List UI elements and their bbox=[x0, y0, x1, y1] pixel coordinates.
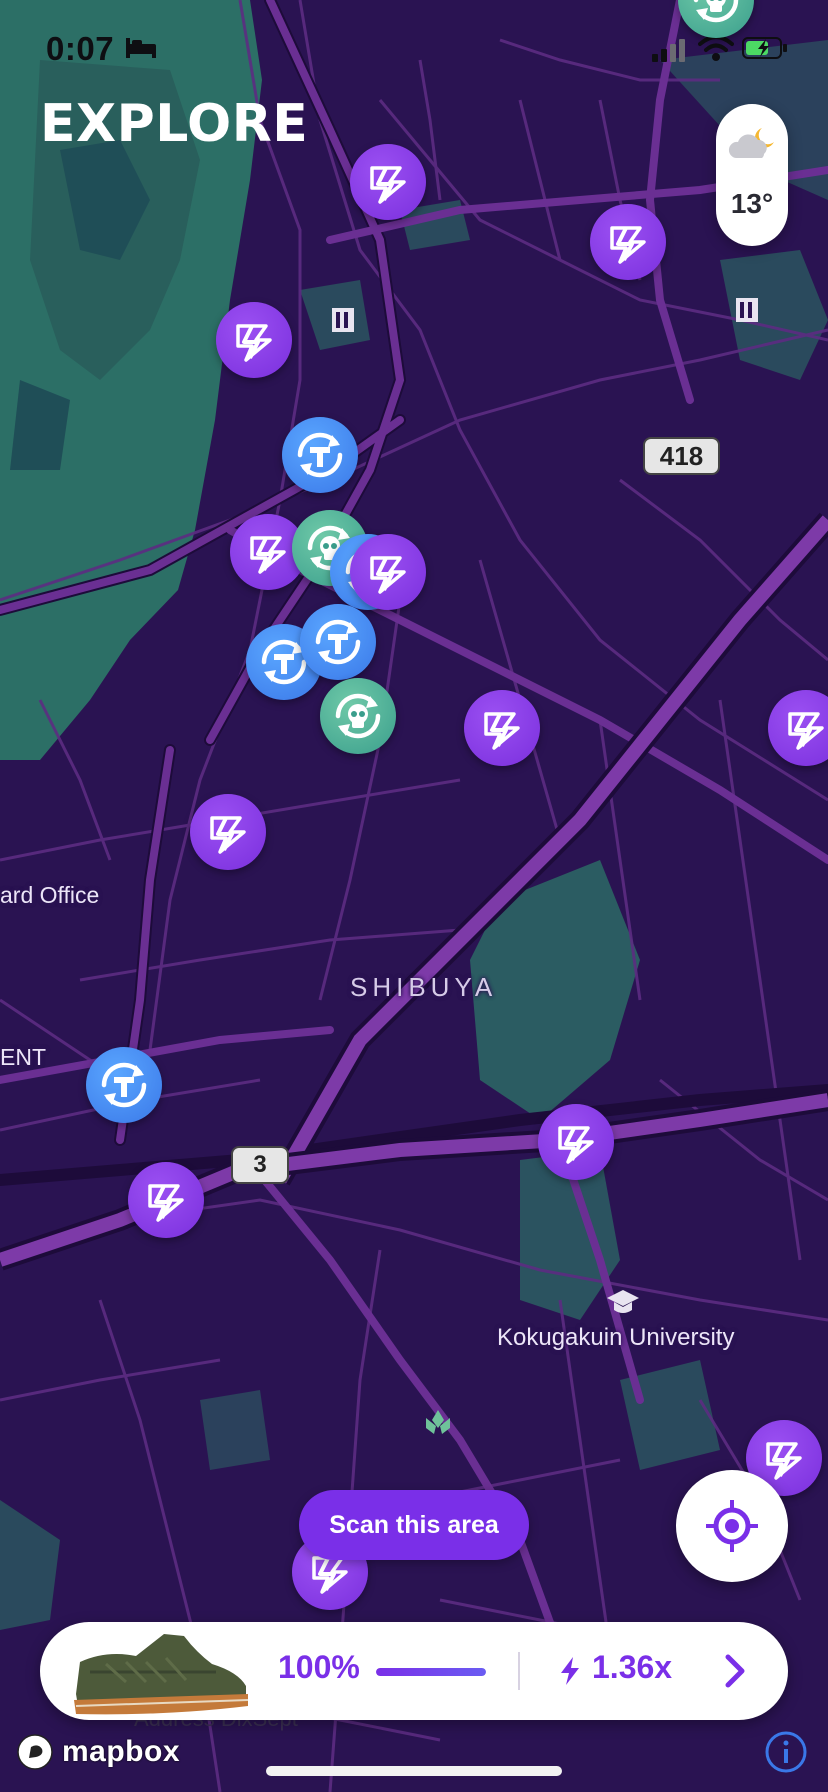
graduation-cap-icon bbox=[607, 1290, 639, 1313]
mapbox-logo[interactable]: mapbox bbox=[16, 1732, 180, 1772]
battery-percentage: 100% bbox=[278, 1649, 360, 1685]
status-time: 0:07 bbox=[46, 30, 115, 67]
energy-spot-marker[interactable] bbox=[538, 1104, 614, 1180]
energy-spot-marker[interactable] bbox=[350, 144, 426, 220]
district-label: SHIBUYA bbox=[350, 972, 498, 1002]
battery-level-fill bbox=[376, 1668, 486, 1676]
building-poi-icon bbox=[332, 308, 354, 332]
swap-spot-marker[interactable] bbox=[282, 417, 358, 493]
weather-temperature: 13° bbox=[730, 188, 774, 219]
sleep-mode-icon bbox=[126, 38, 156, 58]
battery-level-bar bbox=[376, 1668, 486, 1676]
route-3-shield: 3 bbox=[231, 1146, 289, 1184]
energy-spot-marker[interactable] bbox=[464, 690, 540, 766]
earning-multiplier: 1.36x bbox=[592, 1649, 673, 1685]
page-title: EXPLORE bbox=[40, 94, 309, 154]
partly-cloudy-night-icon bbox=[728, 128, 774, 158]
route-418-shield: 418 bbox=[643, 437, 720, 475]
wifi-icon bbox=[698, 35, 734, 61]
mapbox-wordmark: mapbox bbox=[62, 1735, 181, 1768]
weather-widget[interactable]: 13° bbox=[716, 104, 788, 246]
university-label: Kokugakuin University bbox=[497, 1324, 735, 1351]
swap-spot-marker[interactable] bbox=[300, 604, 376, 680]
cellular-signal-icon bbox=[652, 39, 685, 62]
energy-spot-marker[interactable] bbox=[350, 534, 426, 610]
chevron-right-icon[interactable] bbox=[720, 1652, 750, 1690]
building-poi-icon bbox=[736, 298, 758, 322]
shrine-flower-icon bbox=[426, 1410, 450, 1434]
ward-office-label: ard Office bbox=[0, 882, 100, 908]
poi-label: ENT bbox=[0, 1044, 46, 1070]
mapbox-mark-icon bbox=[17, 1734, 53, 1770]
swap-spot-marker[interactable] bbox=[86, 1047, 162, 1123]
scan-area-button[interactable]: Scan this area bbox=[299, 1490, 529, 1560]
lightning-bolt-icon bbox=[561, 1657, 579, 1685]
sneaker-status-panel[interactable]: 100% 1.36x bbox=[40, 1622, 788, 1720]
info-icon[interactable] bbox=[764, 1730, 808, 1774]
energy-spot-marker[interactable] bbox=[190, 794, 266, 870]
recenter-location-button[interactable] bbox=[676, 1470, 788, 1582]
skull-spot-marker[interactable] bbox=[320, 678, 396, 754]
energy-spot-marker[interactable] bbox=[590, 204, 666, 280]
crosshair-icon bbox=[706, 1500, 758, 1552]
skull-spot-marker[interactable] bbox=[678, 0, 754, 38]
battery-charging-icon bbox=[742, 37, 787, 59]
energy-spot-marker[interactable] bbox=[128, 1162, 204, 1238]
home-indicator bbox=[266, 1766, 562, 1776]
sneaker-image bbox=[74, 1634, 249, 1715]
energy-spot-marker[interactable] bbox=[768, 690, 828, 766]
energy-spot-marker[interactable] bbox=[216, 302, 292, 378]
panel-divider bbox=[518, 1652, 520, 1690]
